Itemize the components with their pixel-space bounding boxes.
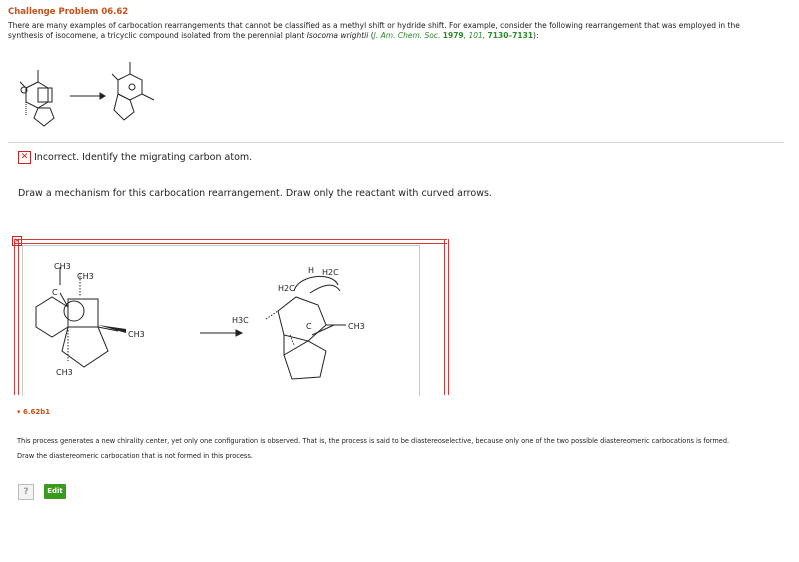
divider [8,142,784,143]
plant-name: Isocoma wrightii [306,31,369,40]
answer-frame-right [444,239,449,395]
ref-pages: 7130–7131 [487,31,534,40]
reactant-cyclopentane [33,107,55,127]
problem-title: Challenge Problem 06.62 [8,7,129,17]
help-button[interactable]: ? [18,484,34,500]
intro-end: ): [533,31,539,40]
product-cyclopentane [113,93,135,121]
drawing-product-pentagon [283,340,327,380]
reactant-hexagon [25,81,49,109]
edit-button[interactable]: Edit [44,484,66,499]
incorrect-icon: ✕ [18,151,31,164]
ref-volume: 101 [468,31,483,40]
hint-toggle[interactable]: ▾ 6.62b1 [17,408,50,416]
label-ch3-bottom: CH3 [56,368,73,377]
feedback-message: ✕ Incorrect. Identify the migrating carb… [18,151,252,164]
drawing-hexagon [35,296,69,338]
label-c-center: C [306,322,312,331]
answer-frame-left [14,239,19,395]
label-ch3-second: CH3 [77,272,94,281]
drawing-product-hexagon [277,296,327,342]
followup-text: This process generates a new chirality c… [17,437,730,445]
drawing-cyclopentane [61,326,109,368]
reaction-scheme [19,62,155,127]
journal-link[interactable]: J. Am. Chem. Soc. [374,31,441,40]
followup-question: Draw the diastereomeric carbocation that… [17,452,253,460]
label-ch3-top: CH3 [54,262,71,271]
reactant-cyclobutane [37,87,53,103]
label-h2c: H2C [278,284,295,293]
label-h2c-top: H2C [322,268,339,277]
problem-intro: There are many examples of carbocation r… [8,21,740,40]
arrow-arc [63,300,85,322]
mechanism-drawing: CH3 CH3 C CH3 CH3 H3C H2C H H2C CH3 C [35,262,365,380]
ref-year: 1979 [442,31,464,40]
drawing-cyclobutane [67,298,99,328]
label-h3c: H3C [232,316,249,325]
feedback-text: Incorrect. Identify the migrating carbon… [34,152,253,163]
label-c-plus: C [52,288,58,297]
label-ch3-right: CH3 [128,330,145,339]
label-ch3-product: CH3 [348,322,365,331]
label-h: H [308,266,314,275]
question-prompt: Draw a mechanism for this carbocation re… [18,188,492,199]
answer-frame-top [14,239,447,244]
